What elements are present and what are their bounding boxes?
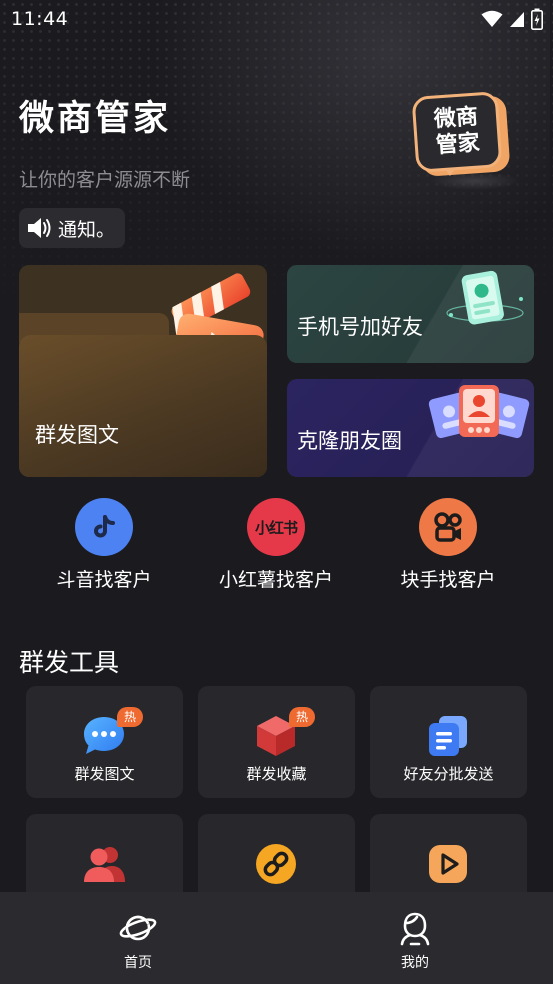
- tool-batch-send[interactable]: 好友分批发送: [370, 686, 527, 798]
- wifi-icon: [481, 10, 503, 27]
- battery-icon: [531, 8, 543, 30]
- speaker-icon: [28, 218, 51, 238]
- platform-label: 斗音找客户: [56, 569, 152, 591]
- phone-icon: [446, 270, 524, 325]
- phone-add-label: 手机号加好友: [297, 315, 423, 339]
- logo-line-1: 微商: [433, 104, 479, 133]
- douyin-icon: [75, 498, 133, 556]
- bottom-nav: 首页 我的: [0, 892, 553, 984]
- app-title: 微商管家: [19, 99, 172, 139]
- tool-label: 群发图文: [74, 765, 135, 783]
- kuaishou-icon: [419, 498, 477, 556]
- link-icon: [254, 842, 298, 886]
- xiaohongshu-badge-text: 小红书: [254, 518, 298, 537]
- video-play-icon: [426, 842, 470, 886]
- notice-label: 通知。: [58, 218, 116, 241]
- nav-label: 首页: [124, 955, 152, 971]
- planet-icon: [119, 915, 157, 941]
- logo-line-2: 管家: [435, 130, 481, 159]
- app-logo: 微商 管家: [411, 91, 524, 194]
- tool-label: 好友分批发送: [403, 765, 494, 783]
- notice-button[interactable]: 通知。: [19, 208, 125, 248]
- nav-label: 我的: [401, 955, 429, 971]
- tool-mass-favorites[interactable]: 热 群发收藏: [198, 686, 355, 798]
- users-icon: [82, 842, 126, 886]
- platform-label: 块手找客户: [400, 569, 496, 591]
- signal-icon: [510, 12, 524, 27]
- app-subtitle: 让你的客户源源不断: [19, 169, 191, 191]
- status-bar: 11:44: [0, 0, 553, 38]
- logo-badge: 微商 管家: [411, 91, 503, 173]
- phone-add-card[interactable]: 手机号加好友: [287, 265, 534, 363]
- mass-post-card[interactable]: 群发图文: [19, 265, 267, 477]
- copy-list-icon: [426, 714, 470, 758]
- platform-label: 小红薯找客户: [218, 569, 333, 591]
- clone-moments-card[interactable]: 克隆朋友圈: [287, 379, 534, 477]
- hot-badge: 热: [117, 707, 143, 727]
- status-icons: [481, 8, 543, 30]
- platform-douyin[interactable]: 斗音找客户: [24, 498, 184, 592]
- nav-profile[interactable]: 我的: [375, 910, 455, 972]
- mass-post-label: 群发图文: [35, 423, 119, 447]
- contact-cards-icon: [428, 385, 530, 439]
- profile-icon: [400, 912, 430, 946]
- status-time: 11:44: [11, 8, 69, 30]
- platform-kuaishou[interactable]: 块手找客户: [368, 498, 528, 592]
- hot-badge: 热: [289, 707, 315, 727]
- tool-mass-post[interactable]: 热 群发图文: [26, 686, 183, 798]
- platform-xiaohongshu[interactable]: 小红书 小红薯找客户: [196, 498, 356, 592]
- tool-label: 群发收藏: [246, 765, 307, 783]
- clone-moments-label: 克隆朋友圈: [297, 429, 402, 453]
- section-title: 群发工具: [19, 648, 120, 677]
- folder-body: [19, 335, 267, 477]
- xiaohongshu-icon: 小红书: [247, 498, 305, 556]
- nav-home[interactable]: 首页: [98, 910, 178, 972]
